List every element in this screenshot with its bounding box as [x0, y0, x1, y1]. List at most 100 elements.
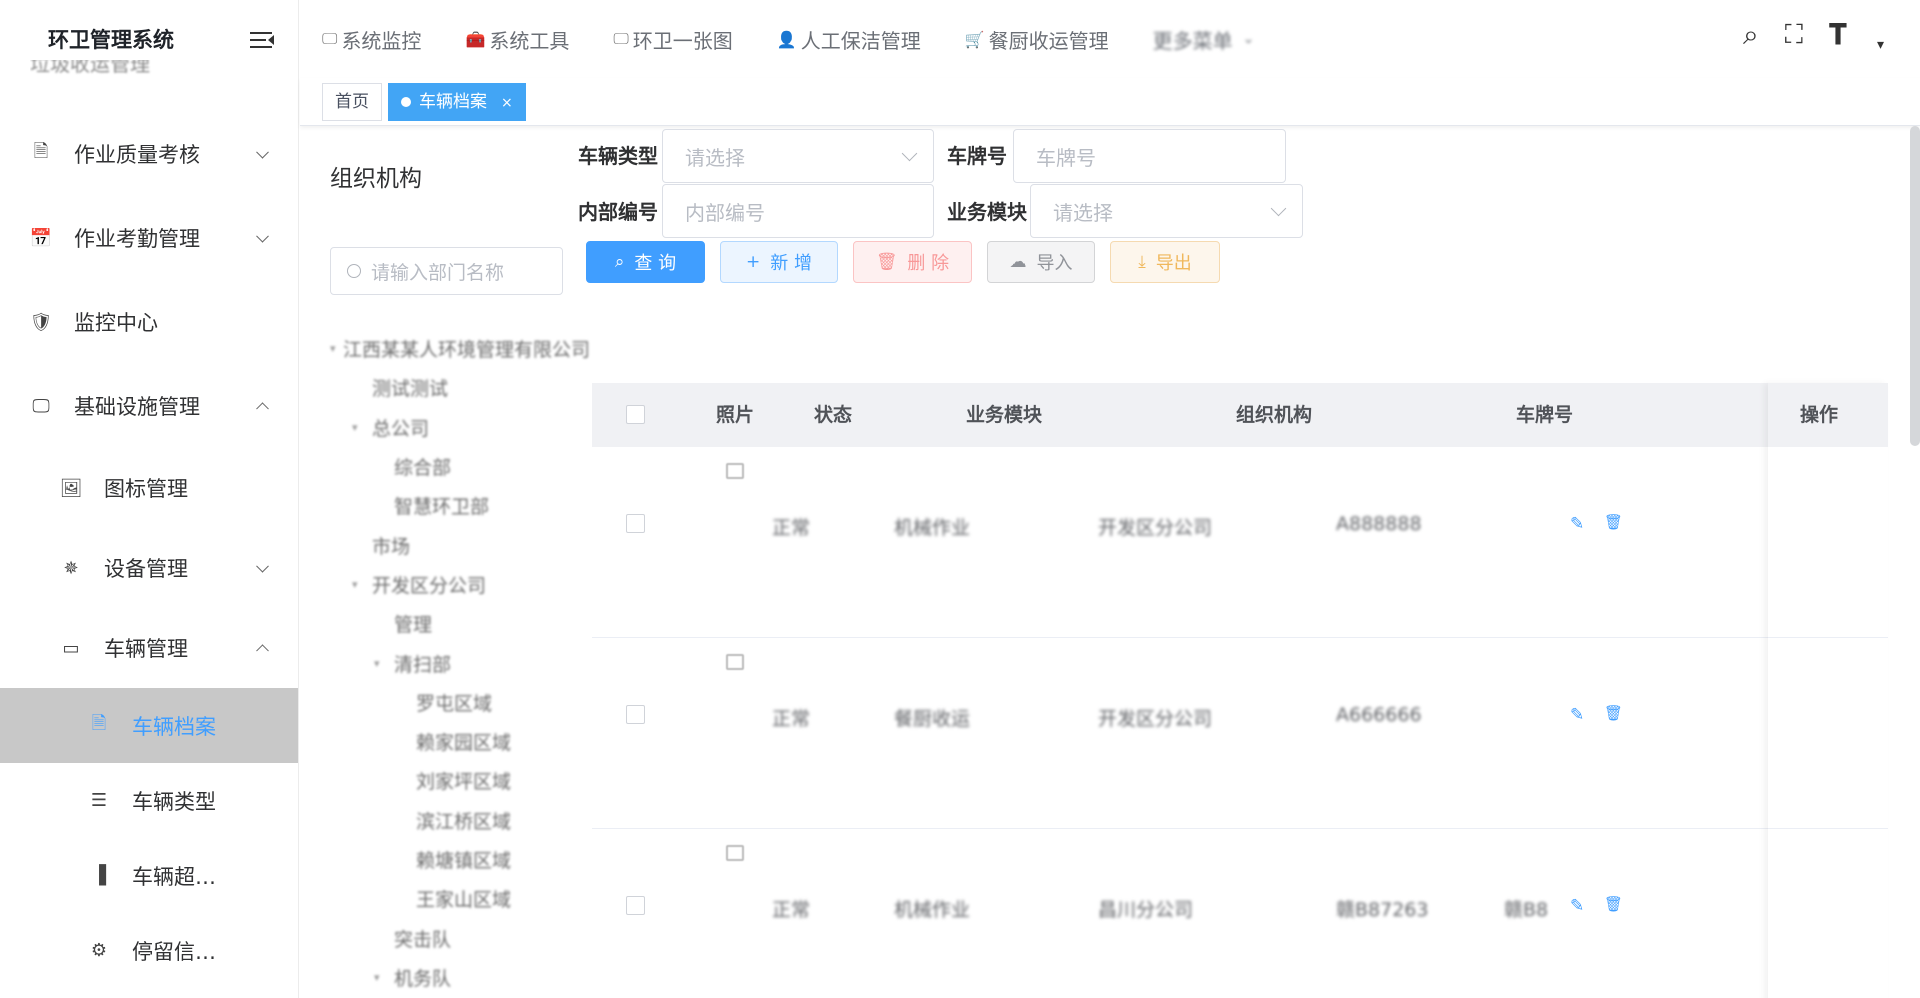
- select-all-checkbox[interactable]: [626, 405, 645, 424]
- topnav-item-5[interactable]: 更多菜单 ⌄: [1153, 25, 1255, 54]
- chevron-up-icon: [256, 402, 269, 416]
- module-select[interactable]: 请选择: [1030, 184, 1303, 238]
- sidebar-item-10[interactable]: ⚙ 停留信…: [0, 913, 298, 988]
- tree-node[interactable]: 综合部: [330, 447, 590, 486]
- sidebar-item-0[interactable]: 🗎 作业质量考核: [0, 112, 298, 196]
- module-placeholder: 请选择: [1053, 200, 1113, 225]
- tab-0[interactable]: 首页: [322, 82, 382, 121]
- tab-1[interactable]: 车辆档案 ×: [388, 82, 526, 121]
- delete-icon[interactable]: 🗑: [1604, 704, 1623, 722]
- sidebar-item-2[interactable]: 🛡 监控中心: [0, 280, 298, 364]
- close-icon[interactable]: ×: [501, 95, 513, 111]
- import-button[interactable]: ☁ 导入: [987, 241, 1095, 283]
- font-size-icon[interactable]: 𝐓: [1829, 21, 1847, 49]
- edit-icon[interactable]: ✎: [1570, 896, 1584, 916]
- delete-icon[interactable]: 🗑: [1604, 895, 1623, 913]
- tree-node[interactable]: 赖家园区域: [330, 722, 590, 761]
- delete-button-label: 删 除: [907, 253, 950, 274]
- topnav-item-3[interactable]: 👤 人工保洁管理: [777, 25, 921, 54]
- col-status: 状态: [814, 404, 853, 426]
- delete-button[interactable]: 🗑 删 除: [853, 241, 972, 283]
- topnav-item-4[interactable]: 🛒 餐厨收运管理: [965, 25, 1109, 54]
- caret-down-icon[interactable]: ▾: [374, 657, 394, 670]
- list-icon: ☰: [90, 790, 108, 811]
- tree-node[interactable]: 测试测试: [330, 368, 590, 407]
- tree-node[interactable]: 刘家坪区域: [330, 761, 590, 800]
- tree-node-label: 总公司: [372, 417, 430, 440]
- sidebar-item-cut[interactable]: 垃圾收运管理: [30, 60, 230, 78]
- sidebar-item-3[interactable]: 🖵 基础设施管理: [0, 364, 298, 448]
- query-button[interactable]: ⌕ 查 询: [586, 241, 705, 283]
- table-body: 正常 机械作业 开发区分公司 A888888 ✎ 🗑 正常 餐厨收运 开发区分公司 A666666…: [592, 447, 1888, 998]
- tree-node[interactable]: 赖塘镇区域: [330, 840, 590, 879]
- tree-node[interactable]: 管理: [330, 604, 590, 643]
- search-icon[interactable]: ⌕: [1743, 21, 1759, 49]
- vehicle-type-select[interactable]: 请选择: [662, 129, 934, 183]
- file-icon: 🗎: [91, 712, 107, 734]
- topnav-item-1[interactable]: 🧰 系统工具: [465, 25, 569, 54]
- caret-down-icon[interactable]: ▾: [352, 421, 372, 434]
- internal-no-input[interactable]: 内部编号: [662, 184, 934, 238]
- edit-icon[interactable]: ✎: [1570, 514, 1584, 534]
- tree-node[interactable]: 滨江桥区域: [330, 801, 590, 840]
- tree-node-label: 刘家坪区域: [416, 771, 512, 794]
- row-checkbox[interactable]: [626, 705, 645, 724]
- calendar-icon: 📅: [29, 227, 53, 249]
- tree-node[interactable]: 市场: [330, 525, 590, 564]
- sidebar-item-8[interactable]: ☰ 车辆类型: [0, 763, 298, 838]
- vehicle-photo-icon[interactable]: [726, 463, 744, 479]
- gear-icon: ⚙: [90, 940, 108, 961]
- topnav-item-label: 更多菜单: [1152, 28, 1233, 53]
- monitor-icon: 🖵: [32, 395, 50, 417]
- row-checkbox[interactable]: [626, 514, 645, 533]
- sidebar-item-label: 车辆超…: [132, 864, 216, 889]
- vehicle-photo-icon[interactable]: [726, 845, 744, 861]
- import-button-label: 导入: [1036, 253, 1073, 274]
- fullscreen-icon[interactable]: ⛶: [1785, 22, 1803, 48]
- sidebar-item-label: 作业考勤管理: [74, 227, 200, 251]
- tree-node[interactable]: ▾ 机务队: [330, 958, 590, 997]
- tree-node[interactable]: 罗屯区域: [330, 683, 590, 722]
- user-dropdown-icon[interactable]: ▾: [1877, 38, 1884, 52]
- sidebar-item-cut-label: 垃圾收运管理: [30, 60, 150, 76]
- tree-node[interactable]: ▾ 清扫部: [330, 643, 590, 682]
- topnav-item-2[interactable]: 🖵 环卫一张图: [613, 25, 732, 54]
- tree-node[interactable]: ▾ 江西某某人环境管理有限公司: [330, 329, 590, 368]
- caret-down-icon[interactable]: ▾: [352, 578, 372, 591]
- cell-plate: A888888: [1336, 513, 1422, 535]
- collapse-menu-icon[interactable]: [250, 30, 274, 50]
- shield-icon: 🛡: [29, 311, 53, 333]
- table-row: 正常 机械作业 昌川分公司 赣B87263 赣B8 ✎ 🗑: [592, 829, 1888, 998]
- sidebar-item-7[interactable]: 🗎 车辆档案: [0, 688, 298, 763]
- edit-icon[interactable]: ✎: [1570, 705, 1584, 725]
- download-icon: ⤓: [1138, 252, 1146, 272]
- page-scrollbar[interactable]: [1910, 126, 1920, 446]
- plate-input[interactable]: 车牌号: [1013, 129, 1286, 183]
- caret-down-icon[interactable]: ▾: [330, 342, 343, 355]
- delete-icon[interactable]: 🗑: [1604, 513, 1623, 531]
- tree-node[interactable]: ▾ 总公司: [330, 408, 590, 447]
- plate-label: 车牌号: [947, 144, 1007, 168]
- row-checkbox[interactable]: [626, 896, 645, 915]
- col-photo: 照片: [716, 404, 755, 426]
- cell-status: 正常: [772, 517, 811, 539]
- vehicle-photo-icon[interactable]: [726, 654, 744, 670]
- sidebar-item-1[interactable]: 📅 作业考勤管理: [0, 196, 298, 280]
- internal-no-label: 内部编号: [578, 200, 658, 224]
- add-button[interactable]: + 新 增: [720, 241, 838, 283]
- tree-node[interactable]: ▾ 开发区分公司: [330, 565, 590, 604]
- tags-view: 首页 车辆档案 ×: [300, 78, 1920, 126]
- caret-down-icon[interactable]: ▾: [374, 971, 394, 984]
- tree-node[interactable]: 突击队: [330, 918, 590, 957]
- dept-search-input[interactable]: 请输入部门名称: [330, 247, 563, 295]
- sidebar-item-5[interactable]: ✵ 设备管理: [0, 528, 298, 608]
- cell-plate: A666666: [1336, 704, 1422, 726]
- export-button[interactable]: ⤓ 导出: [1110, 241, 1220, 283]
- tree-node[interactable]: 智慧环卫部: [330, 486, 590, 525]
- sidebar-item-4[interactable]: 🖼 图标管理: [0, 448, 298, 528]
- topnav-item-0[interactable]: 🖵 系统监控: [322, 25, 421, 54]
- tree-node[interactable]: 王家山区域: [330, 879, 590, 918]
- table-header: 照片 状态 业务模块 组织机构 车牌号 操作: [592, 383, 1888, 447]
- sidebar-item-9[interactable]: ▐ 车辆超…: [0, 838, 298, 913]
- sidebar-item-6[interactable]: ▭ 车辆管理: [0, 608, 298, 688]
